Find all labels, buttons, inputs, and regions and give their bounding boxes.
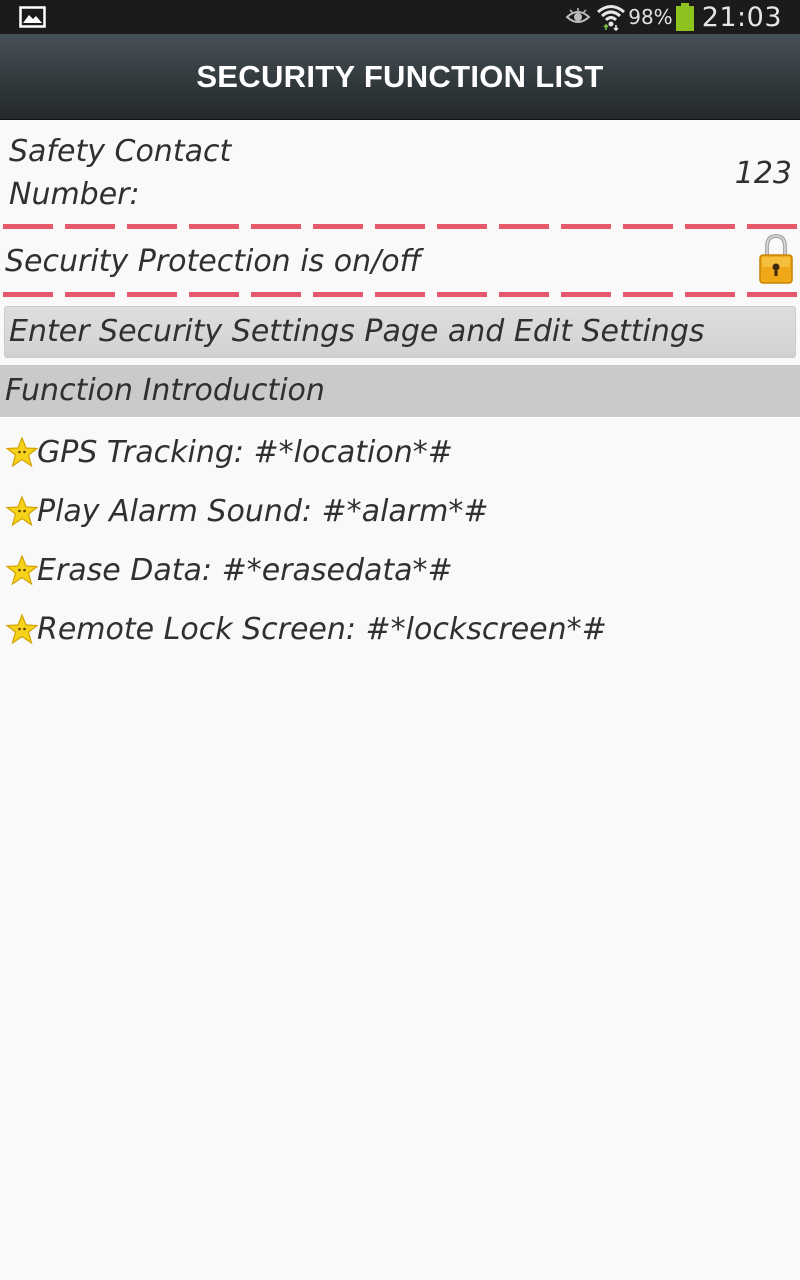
safety-contact-label-line1: Safety Contact [9, 134, 232, 169]
list-item: Remote Lock Screen: #*lockscreen*# [0, 604, 800, 663]
enter-security-settings-button[interactable]: Enter Security Settings Page and Edit Se… [4, 306, 796, 358]
function-list: GPS Tracking: #*location*# Play Alarm So… [0, 427, 800, 663]
enter-security-settings-label: Enter Security Settings Page and Edit Se… [9, 314, 705, 349]
list-item: Play Alarm Sound: #*alarm*# [0, 486, 800, 545]
function-item-text: Play Alarm Sound: #*alarm*# [37, 494, 489, 529]
battery-percent: 98% [628, 5, 673, 29]
wifi-icon [597, 5, 626, 31]
safety-contact-number: 123 [734, 156, 792, 191]
title-bar: SECURITY FUNCTION LIST [0, 34, 800, 120]
function-introduction-title: Function Introduction [5, 373, 325, 408]
safety-contact-row[interactable]: Safety Contact Number: 123 [0, 120, 800, 224]
status-icons: 98% 21:03 [566, 0, 782, 34]
star-icon [6, 554, 38, 586]
function-item-text: Remote Lock Screen: #*lockscreen*# [37, 612, 607, 647]
star-icon [6, 613, 38, 645]
page-title: SECURITY FUNCTION LIST [196, 58, 604, 94]
list-item: GPS Tracking: #*location*# [0, 427, 800, 486]
dashed-divider [0, 292, 800, 297]
safety-contact-label: Safety Contact Number: [9, 130, 269, 216]
star-icon [6, 495, 38, 527]
status-bar: 98% 21:03 [0, 0, 800, 34]
function-introduction-header: Function Introduction [0, 365, 800, 417]
clock: 21:03 [701, 1, 782, 33]
security-protection-label: Security Protection is on/off [5, 244, 422, 279]
function-item-text: GPS Tracking: #*location*# [37, 435, 453, 470]
safety-contact-label-line2: Number: [9, 177, 140, 212]
star-icon [6, 436, 38, 468]
list-item: Erase Data: #*erasedata*# [0, 545, 800, 604]
content: Safety Contact Number: 123 Security Prot… [0, 120, 800, 663]
lock-icon[interactable] [758, 233, 794, 285]
image-notification-icon [19, 6, 46, 28]
function-item-text: Erase Data: #*erasedata*# [37, 553, 453, 588]
eye-icon [566, 8, 591, 23]
battery-icon [675, 3, 694, 31]
security-protection-row[interactable]: Security Protection is on/off [0, 229, 800, 292]
